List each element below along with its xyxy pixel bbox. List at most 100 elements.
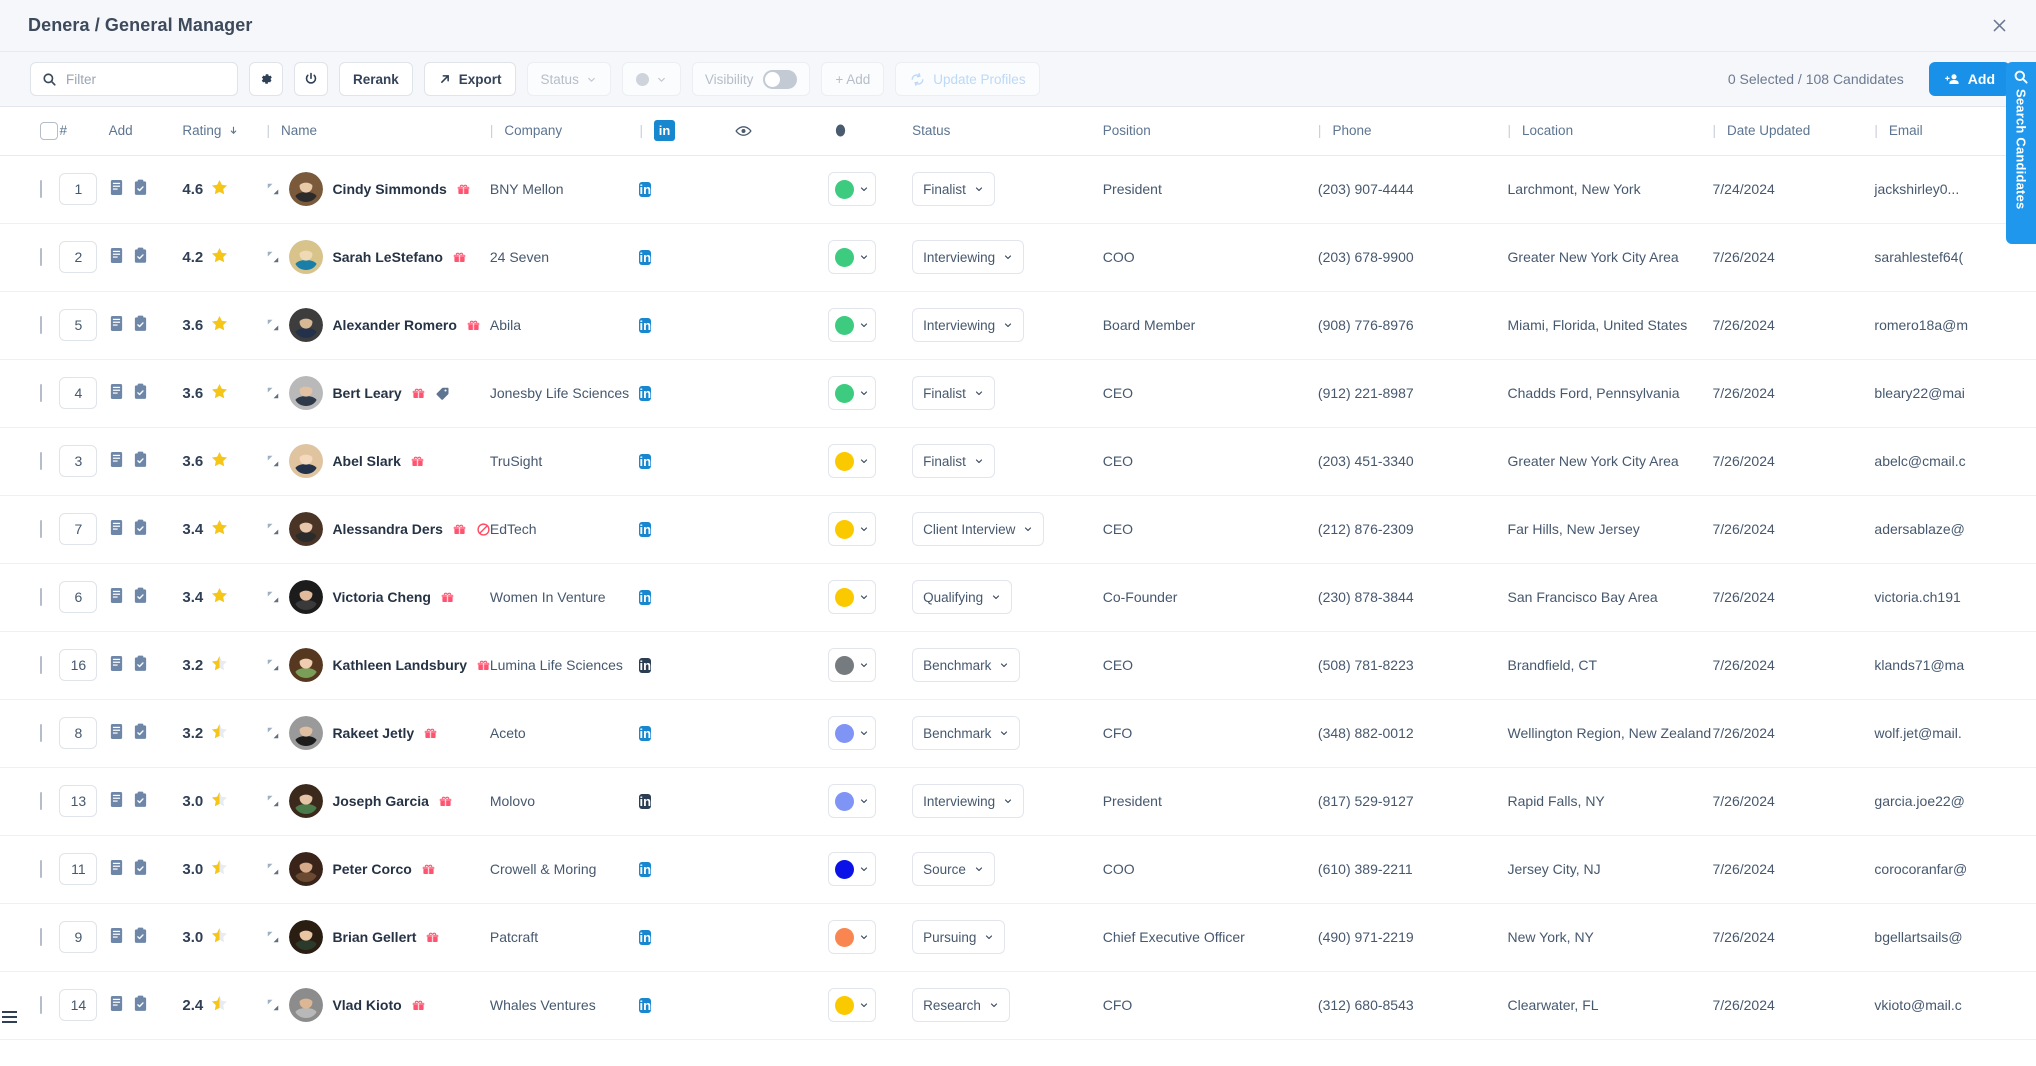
table-row[interactable]: 163.2Kathleen LandsburyLumina Life Scien… bbox=[0, 631, 2036, 699]
th-date-updated[interactable]: |Date Updated bbox=[1712, 107, 1874, 155]
th-linkedin[interactable]: | in bbox=[639, 107, 719, 155]
th-rank[interactable]: # bbox=[59, 107, 108, 155]
document-icon[interactable] bbox=[109, 723, 124, 743]
clipboard-check-icon[interactable] bbox=[133, 179, 148, 199]
row-status-cell[interactable]: Source bbox=[912, 835, 1103, 903]
settings-button[interactable] bbox=[249, 62, 283, 96]
linkedin-icon[interactable]: in bbox=[639, 590, 651, 605]
color-dropdown[interactable] bbox=[828, 648, 876, 682]
color-dropdown[interactable] bbox=[828, 784, 876, 818]
row-visibility-cell[interactable] bbox=[719, 155, 813, 223]
row-visibility-cell[interactable] bbox=[719, 359, 813, 427]
table-row[interactable]: 53.6Alexander RomeroAbilainInterviewingB… bbox=[0, 291, 2036, 359]
row-add-cell[interactable] bbox=[109, 835, 183, 903]
color-dropdown[interactable] bbox=[828, 580, 876, 614]
row-checkbox[interactable] bbox=[40, 588, 42, 606]
table-row[interactable]: 113.0Peter CorcoCrowell & MoringinSource… bbox=[0, 835, 2036, 903]
row-name-cell[interactable]: Brian Gellert bbox=[266, 903, 489, 971]
row-select-cell[interactable] bbox=[0, 835, 59, 903]
expand-row-icon[interactable] bbox=[266, 658, 280, 672]
row-name-cell[interactable]: Alessandra Ders bbox=[266, 495, 489, 563]
row-rank-cell[interactable]: 6 bbox=[59, 563, 108, 631]
row-checkbox[interactable] bbox=[40, 180, 42, 198]
row-select-cell[interactable] bbox=[0, 223, 59, 291]
candidate-name[interactable]: Sarah LeStefano bbox=[332, 249, 442, 265]
candidate-name[interactable]: Abel Slark bbox=[332, 453, 400, 469]
clipboard-check-icon[interactable] bbox=[133, 927, 148, 947]
row-visibility-cell[interactable] bbox=[719, 971, 813, 1039]
row-visibility-cell[interactable] bbox=[719, 767, 813, 835]
add-candidate-button[interactable]: Add bbox=[1929, 62, 2010, 96]
row-linkedin-cell[interactable]: in bbox=[639, 835, 719, 903]
candidate-name[interactable]: Victoria Cheng bbox=[332, 589, 431, 605]
row-name-cell[interactable]: Joseph Garcia bbox=[266, 767, 489, 835]
visibility-toggle[interactable] bbox=[763, 70, 797, 89]
row-rank-cell[interactable]: 3 bbox=[59, 427, 108, 495]
filter-search-box[interactable] bbox=[30, 62, 238, 96]
row-add-cell[interactable] bbox=[109, 359, 183, 427]
th-position[interactable]: Position bbox=[1103, 107, 1318, 155]
row-color-cell[interactable] bbox=[814, 291, 912, 359]
row-name-cell[interactable]: Vlad Kioto bbox=[266, 971, 489, 1039]
expand-row-icon[interactable] bbox=[266, 998, 280, 1012]
row-add-cell[interactable] bbox=[109, 971, 183, 1039]
row-rank-cell[interactable]: 16 bbox=[59, 631, 108, 699]
expand-row-icon[interactable] bbox=[266, 318, 280, 332]
expand-row-icon[interactable] bbox=[266, 250, 280, 264]
status-dropdown[interactable]: Qualifying bbox=[912, 580, 1012, 614]
expand-row-icon[interactable] bbox=[266, 386, 280, 400]
candidate-name[interactable]: Bert Leary bbox=[332, 385, 401, 401]
color-dropdown[interactable] bbox=[828, 512, 876, 546]
row-drag-handle[interactable] bbox=[2, 1009, 18, 1025]
rank-value[interactable]: 16 bbox=[59, 649, 97, 681]
th-status[interactable]: Status bbox=[912, 107, 1103, 155]
document-icon[interactable] bbox=[109, 927, 124, 947]
row-name-cell[interactable]: Victoria Cheng bbox=[266, 563, 489, 631]
rank-value[interactable]: 2 bbox=[59, 241, 97, 273]
row-linkedin-cell[interactable]: in bbox=[639, 359, 719, 427]
document-icon[interactable] bbox=[109, 859, 124, 879]
candidate-name[interactable]: Joseph Garcia bbox=[332, 793, 429, 809]
color-dropdown[interactable] bbox=[828, 852, 876, 886]
row-checkbox[interactable] bbox=[40, 248, 42, 266]
row-linkedin-cell[interactable]: in bbox=[639, 971, 719, 1039]
status-dropdown[interactable]: Interviewing bbox=[912, 784, 1024, 818]
table-row[interactable]: 14.6Cindy SimmondsBNY MelloninFinalistPr… bbox=[0, 155, 2036, 223]
row-select-cell[interactable] bbox=[0, 291, 59, 359]
row-color-cell[interactable] bbox=[814, 223, 912, 291]
status-dropdown[interactable]: Pursuing bbox=[912, 920, 1005, 954]
candidate-name[interactable]: Alessandra Ders bbox=[332, 521, 443, 537]
row-visibility-cell[interactable] bbox=[719, 631, 813, 699]
color-dropdown[interactable] bbox=[828, 308, 876, 342]
color-dropdown[interactable] bbox=[828, 376, 876, 410]
row-select-cell[interactable] bbox=[0, 495, 59, 563]
row-linkedin-cell[interactable]: in bbox=[639, 563, 719, 631]
row-name-cell[interactable]: Cindy Simmonds bbox=[266, 155, 489, 223]
clipboard-check-icon[interactable] bbox=[133, 587, 148, 607]
linkedin-icon[interactable]: in bbox=[639, 454, 651, 469]
candidate-name[interactable]: Brian Gellert bbox=[332, 929, 416, 945]
color-dropdown[interactable] bbox=[828, 988, 876, 1022]
sort-desc-icon[interactable] bbox=[228, 125, 239, 136]
clipboard-check-icon[interactable] bbox=[133, 315, 148, 335]
row-rank-cell[interactable]: 4 bbox=[59, 359, 108, 427]
candidate-name[interactable]: Vlad Kioto bbox=[332, 997, 401, 1013]
row-checkbox[interactable] bbox=[40, 384, 42, 402]
table-row[interactable]: 133.0Joseph GarciaMolovoinInterviewingPr… bbox=[0, 767, 2036, 835]
row-select-cell[interactable] bbox=[0, 631, 59, 699]
rank-value[interactable]: 13 bbox=[59, 785, 97, 817]
row-add-cell[interactable] bbox=[109, 767, 183, 835]
row-name-cell[interactable]: Abel Slark bbox=[266, 427, 489, 495]
th-name[interactable]: |Name bbox=[266, 107, 489, 155]
linkedin-icon[interactable]: in bbox=[639, 726, 651, 741]
row-checkbox[interactable] bbox=[40, 656, 42, 674]
row-linkedin-cell[interactable]: in bbox=[639, 427, 719, 495]
rank-value[interactable]: 5 bbox=[59, 309, 97, 341]
rank-value[interactable]: 8 bbox=[59, 717, 97, 749]
row-status-cell[interactable]: Finalist bbox=[912, 427, 1103, 495]
document-icon[interactable] bbox=[109, 791, 124, 811]
rank-value[interactable]: 14 bbox=[59, 989, 97, 1021]
row-rank-cell[interactable]: 7 bbox=[59, 495, 108, 563]
row-select-cell[interactable] bbox=[0, 155, 59, 223]
clipboard-check-icon[interactable] bbox=[133, 383, 148, 403]
